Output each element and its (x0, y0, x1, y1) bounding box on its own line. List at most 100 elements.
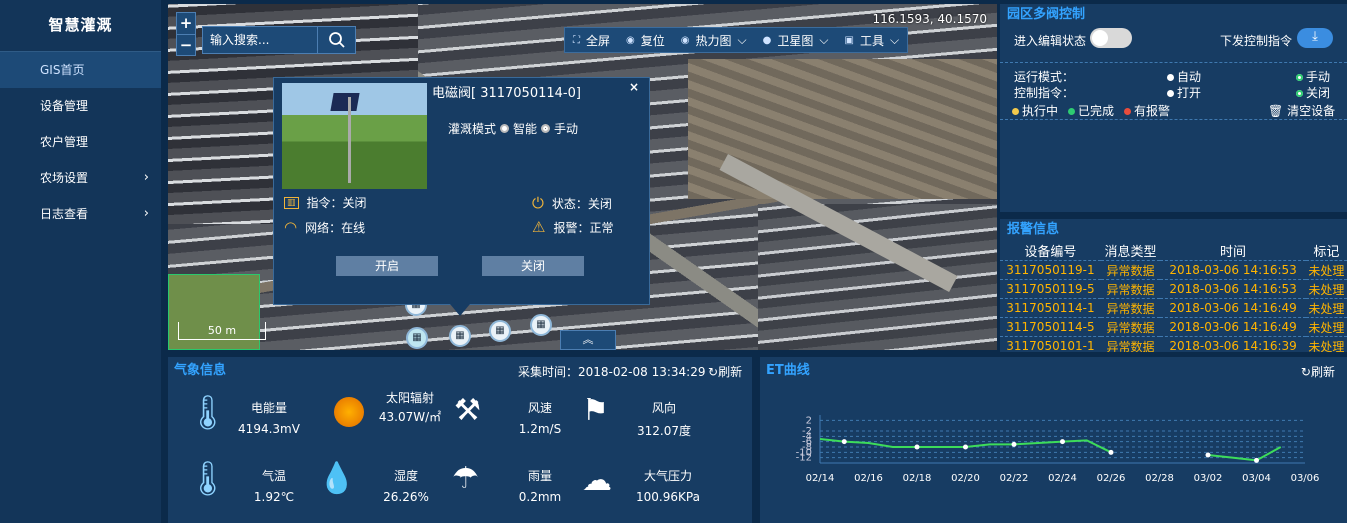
fullscreen-icon: ⛶ (573, 34, 580, 46)
legend-label: 执行中 (1022, 104, 1059, 118)
table-row[interactable]: 3117050114-1 异常数据 2018-03-06 14:16:49 未处理 (1000, 298, 1347, 318)
zoom-control: + − (176, 12, 196, 56)
cell: 2018-03-06 14:16:49 (1160, 298, 1306, 318)
collect-time: 采集时间：2018-02-08 13:34:29 (518, 363, 705, 380)
data-point (1254, 457, 1259, 463)
weather-temperature: 气温 1.92℃ (244, 467, 304, 504)
trash-icon: 🗑 (1268, 104, 1288, 118)
clear-devices-button[interactable]: 🗑 清空设备 (1268, 102, 1335, 119)
sidebar-item-log-view[interactable]: 日志查看 › (0, 196, 161, 232)
weather-value: 312.07度 (637, 424, 691, 438)
table-row[interactable]: 3117050114-5 异常数据 2018-03-06 14:16:49 未处理 (1000, 317, 1347, 337)
x-tick-label: 02/28 (1145, 473, 1174, 484)
heatmap-dropdown[interactable]: ◉ 热力图 ⌵ (673, 28, 755, 52)
status-dot (1068, 108, 1076, 115)
warning-icon: ⚠ (532, 218, 546, 236)
device-marker[interactable]: ▦ (530, 314, 552, 336)
cell: 2018-03-06 14:16:53 (1160, 260, 1306, 280)
sidebar-item-farm-settings[interactable]: 农场设置 › (0, 160, 161, 196)
sidebar-item-label: 农户管理 (40, 135, 89, 149)
reset-button[interactable]: ◉ 复位 (618, 28, 673, 52)
alarm-info-panel: 报警信息 设备编号 消息类型 时间 标记 3117050119-1 异常数据 201… (1000, 219, 1347, 352)
weather-value: 4194.3mV (238, 422, 300, 436)
weather-label: 大气压力 (643, 469, 692, 483)
cell: 3117050114-5 (1000, 317, 1101, 337)
mode-manual-radio[interactable] (541, 124, 551, 133)
cell: 3117050119-1 (1000, 260, 1101, 280)
mode-label: 灌溉模式 (448, 122, 497, 136)
weather-value: 1.92℃ (253, 490, 295, 504)
sidebar-item-label: 农场设置 (40, 171, 89, 185)
cell: 2018-03-06 14:16:49 (1160, 317, 1306, 337)
column-header: 时间 (1220, 245, 1247, 260)
data-point (1011, 441, 1017, 447)
weather-pressure: 大气压力 100.96KPa (628, 467, 708, 504)
search-input[interactable] (203, 27, 317, 53)
satellite-dropdown[interactable]: ● 卫星图 ⌵ (755, 28, 837, 52)
status-row: ⏻ 状态：关闭 (532, 194, 612, 212)
search-button[interactable] (317, 27, 355, 53)
cell: 未处理 (1305, 260, 1347, 280)
device-marker[interactable]: ▦ (489, 320, 511, 342)
legend-label: 已完成 (1078, 104, 1115, 118)
open-button[interactable]: 开启 (336, 256, 438, 276)
target-icon: ◉ (626, 34, 635, 46)
cmd-close-option[interactable]: 关闭 (1296, 84, 1330, 101)
x-tick-label: 02/20 (951, 473, 980, 484)
column-header: 设备编号 (1024, 245, 1077, 260)
cell: 未处理 (1305, 336, 1347, 352)
water-drops-icon: 💧 (318, 461, 356, 496)
sidebar-item-label: 日志查看 (40, 207, 89, 221)
pole-image (348, 97, 351, 183)
thermometer-icon: 🌡 (186, 393, 230, 433)
zoom-out-button[interactable]: − (177, 34, 195, 55)
satellite-label: 卫星图 (777, 33, 814, 48)
sidebar-item-device-management[interactable]: 设备管理 (0, 88, 161, 124)
cell: 2018-03-06 14:16:39 (1160, 336, 1306, 352)
coordinates-readout: 116.1593, 40.1570 (872, 12, 987, 26)
fullscreen-button[interactable]: ⛶ 全屏 (565, 28, 618, 52)
alarm-row: ⚠ 报警：正常 (532, 218, 613, 236)
edit-toggle[interactable] (1090, 28, 1132, 48)
series-line (1207, 446, 1282, 462)
run-auto-option[interactable]: 自动 (1167, 68, 1201, 85)
x-tick-label: 02/18 (903, 473, 932, 484)
solar-panel-image (330, 93, 360, 111)
close-valve-button[interactable]: 关闭 (482, 256, 584, 276)
sidebar-item-gis-home[interactable]: GIS首页 (0, 52, 161, 88)
device-marker[interactable]: ▦ (449, 325, 471, 347)
table-row[interactable]: 3117050101-1 异常数据 2018-03-06 14:16:39 未处理 (1000, 336, 1347, 352)
weather-label: 电能量 (250, 401, 287, 415)
x-tick-label: 03/02 (1194, 473, 1223, 484)
multi-valve-control-panel: 园区多阀控制 进入编辑状态 下发控制指令 ⤓ 运行模式： 自动 手动 控制指令：… (1000, 4, 1347, 212)
tools-dropdown[interactable]: ▣ 工具 ⌵ (836, 28, 907, 52)
run-manual-option[interactable]: 手动 (1296, 68, 1330, 85)
collapse-button[interactable]: ︽ (560, 330, 616, 350)
cell: 未处理 (1305, 298, 1347, 318)
alarm-text: 报警：正常 (553, 220, 614, 235)
cell: 未处理 (1305, 317, 1347, 337)
x-tick-label: 03/04 (1242, 473, 1271, 484)
panel-title: 园区多阀控制 (1007, 7, 1086, 22)
mode-smart-radio[interactable] (500, 124, 510, 133)
collect-time-value: 2018-02-08 13:34:29 (578, 365, 706, 379)
device-marker[interactable]: ▦ (406, 327, 428, 349)
wifi-icon: ◠ (284, 218, 298, 236)
weather-label: 风速 (527, 401, 552, 415)
weather-refresh-button[interactable]: ↻刷新 (708, 363, 742, 380)
table-row[interactable]: 3117050119-5 异常数据 2018-03-06 14:16:53 未处理 (1000, 279, 1347, 299)
irrigation-mode: 灌溉模式 智能 手动 (448, 120, 578, 137)
x-tick-label: 02/16 (854, 473, 883, 484)
upload-icon: ⤓ (1312, 29, 1318, 44)
upload-button[interactable]: ⤓ (1297, 28, 1333, 48)
divider (1000, 119, 1347, 120)
weather-label: 气温 (261, 469, 286, 483)
sidebar-item-farmer-management[interactable]: 农户管理 (0, 124, 161, 160)
cell: 异常数据 (1100, 260, 1161, 280)
close-icon[interactable]: × (629, 80, 639, 94)
cmd-open-option[interactable]: 打开 (1167, 84, 1201, 101)
popup-pointer (450, 304, 470, 316)
divider (1000, 62, 1347, 63)
table-row[interactable]: 3117050119-1 异常数据 2018-03-06 14:16:53 未处理 (1000, 260, 1347, 280)
zoom-in-button[interactable]: + (177, 13, 195, 34)
